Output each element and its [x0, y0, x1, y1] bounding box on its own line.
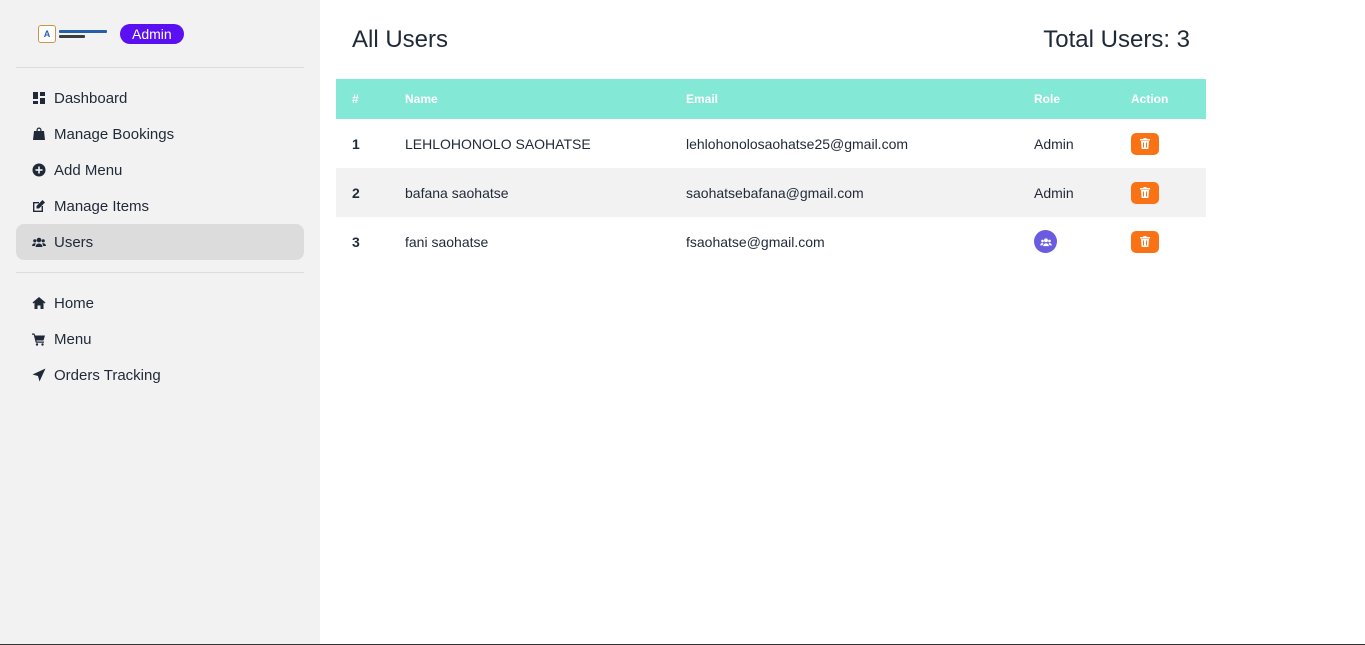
users-icon [32, 235, 46, 249]
sidebar-item-label: Menu [54, 330, 92, 348]
cell-action [1131, 119, 1206, 168]
delete-user-button[interactable] [1131, 230, 1159, 253]
delete-user-button[interactable] [1131, 181, 1159, 204]
sidebar-item-manage-bookings[interactable]: Manage Bookings [16, 116, 304, 152]
main-content: All Users Total Users: 3 # Name Email Ro… [336, 0, 1206, 266]
sidebar-item-label: Add Menu [54, 161, 123, 179]
sidebar-item-orders-tracking[interactable]: Orders Tracking [16, 357, 304, 393]
cell-email: saohatsebafana@gmail.com [686, 184, 864, 201]
users-icon [1039, 237, 1052, 246]
location-arrow-icon [32, 368, 46, 382]
logo-wordmark [59, 29, 107, 38]
cell-number: 3 [352, 233, 360, 250]
trash-icon [1140, 187, 1150, 198]
table-row: 2 bafana saohatse saohatsebafana@gmail.c… [336, 168, 1206, 217]
home-icon [32, 296, 46, 310]
table-row: 3 fani saohatse fsaohatse@gmail.com [336, 217, 1206, 266]
sidebar-item-label: Home [54, 294, 95, 312]
plus-circle-icon [32, 163, 46, 177]
column-header-action: Action [1131, 92, 1169, 106]
cell-action [1131, 168, 1206, 217]
sidebar-item-add-menu[interactable]: Add Menu [16, 152, 304, 188]
column-header-number: # [352, 92, 359, 106]
sidebar-item-manage-items[interactable]: Manage Items [16, 188, 304, 224]
sidebar-item-label: Manage Items [54, 197, 150, 215]
make-admin-button[interactable] [1034, 230, 1057, 253]
cell-role [1034, 217, 1131, 266]
cell-role: Admin [1034, 184, 1074, 201]
sidebar-item-home[interactable]: Home [16, 285, 304, 321]
brand: A Admin [16, 0, 304, 68]
table-header-row: # Name Email Role Action [336, 79, 1206, 119]
shopping-bag-icon [32, 127, 46, 141]
column-header-role: Role [1034, 92, 1061, 106]
logo-mark-icon: A [38, 24, 56, 43]
cell-name: fani saohatse [405, 233, 489, 250]
page-header: All Users Total Users: 3 [336, 0, 1206, 79]
trash-icon [1140, 138, 1150, 149]
delete-user-button[interactable] [1131, 132, 1159, 155]
cart-icon [32, 332, 46, 346]
sidebar-item-label: Orders Tracking [54, 366, 161, 384]
cell-number: 1 [352, 135, 360, 152]
primary-nav: Dashboard Manage Bookings Add Menu Manag… [16, 68, 304, 273]
sidebar-item-dashboard[interactable]: Dashboard [16, 80, 304, 116]
dashboard-icon [32, 91, 46, 105]
column-header-email: Email [686, 92, 719, 106]
sidebar-item-users[interactable]: Users [16, 224, 304, 260]
page-title: All Users [352, 25, 449, 53]
cell-email: fsaohatse@gmail.com [686, 233, 825, 250]
cell-role: Admin [1034, 135, 1074, 152]
table-row: 1 LEHLOHONOLO SAOHATSE lehlohonolosaohat… [336, 119, 1206, 168]
cell-name: bafana saohatse [405, 184, 509, 201]
admin-badge: Admin [120, 23, 184, 44]
sidebar-item-label: Manage Bookings [54, 125, 175, 143]
sidebar: A Admin Dashboard Manage Bookings Add Me [0, 0, 320, 645]
total-users-count: Total Users: 3 [1043, 25, 1190, 53]
sidebar-item-menu[interactable]: Menu [16, 321, 304, 357]
secondary-nav: Home Menu Orders Tracking [16, 273, 304, 405]
trash-icon [1140, 236, 1150, 247]
column-header-name: Name [405, 92, 438, 106]
cell-action [1131, 217, 1206, 266]
cell-name: LEHLOHONOLO SAOHATSE [405, 135, 591, 152]
users-table: # Name Email Role Action 1 LEHLOHONOLO S… [336, 79, 1206, 266]
sidebar-item-label: Dashboard [54, 89, 128, 107]
edit-icon [32, 199, 46, 213]
cell-number: 2 [352, 184, 360, 201]
sidebar-item-label: Users [54, 233, 94, 251]
logo[interactable]: A [38, 23, 110, 45]
cell-email: lehlohonolosaohatse25@gmail.com [686, 135, 909, 152]
